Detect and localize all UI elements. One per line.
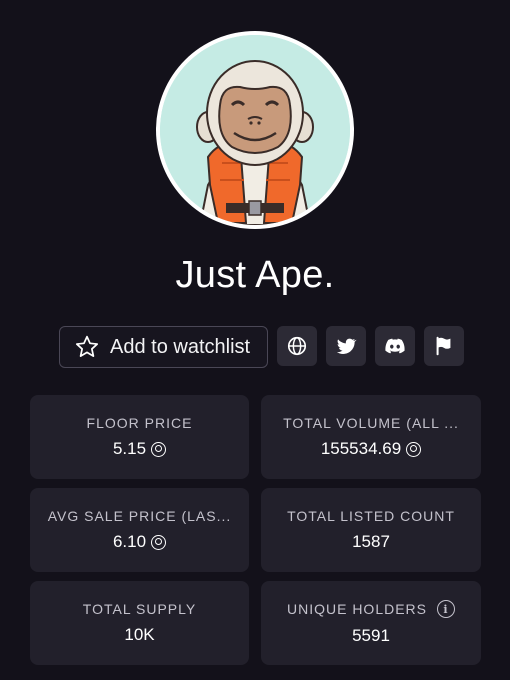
stat-floor-price: FLOOR PRICE 5.15 <box>30 395 249 479</box>
globe-icon <box>287 336 307 356</box>
stat-label: TOTAL SUPPLY <box>82 601 197 617</box>
info-icon[interactable]: i <box>437 600 456 618</box>
stat-value: 1587 <box>352 532 390 552</box>
stat-label: TOTAL LISTED COUNT <box>287 508 455 524</box>
stat-label: UNIQUE HOLDERS <box>286 601 428 617</box>
sol-icon <box>151 441 167 457</box>
stats-grid: FLOOR PRICE 5.15 TOTAL VOLUME (ALL ... 1… <box>30 395 481 665</box>
stat-unique-holders: UNIQUE HOLDERS i 5591 <box>261 581 481 665</box>
collection-name: Just Ape. <box>175 254 335 296</box>
stat-label: AVG SALE PRICE (LAS... <box>47 508 232 524</box>
add-to-watchlist-button[interactable]: Add to watchlist <box>59 326 268 368</box>
discord-icon <box>385 338 405 354</box>
unique-holders-value: 5591 <box>352 626 390 645</box>
ape-image <box>160 35 350 225</box>
website-button[interactable] <box>277 326 317 366</box>
stat-total-listed-count: TOTAL LISTED COUNT 1587 <box>261 488 481 572</box>
collection-avatar <box>156 31 354 229</box>
stat-label-row: UNIQUE HOLDERS i <box>286 600 456 618</box>
twitter-button[interactable] <box>326 326 366 366</box>
total-listed-count-value: 1587 <box>352 532 390 551</box>
stat-value: 5.15 <box>112 439 167 459</box>
stat-avg-sale-price: AVG SALE PRICE (LAS... 6.10 <box>30 488 249 572</box>
floor-price-value: 5.15 <box>112 439 147 458</box>
avg-sale-price-value: 6.10 <box>112 532 147 551</box>
stat-label: FLOOR PRICE <box>86 415 193 431</box>
stat-value: 10K <box>124 625 154 645</box>
sol-icon <box>151 534 167 550</box>
stat-value: 5591 <box>352 626 390 646</box>
stat-total-supply: TOTAL SUPPLY 10K <box>30 581 249 665</box>
stat-value: 155534.69 <box>320 439 422 459</box>
total-supply-value: 10K <box>124 625 155 644</box>
sol-icon <box>406 441 422 457</box>
stat-value: 6.10 <box>112 532 167 552</box>
flag-icon <box>436 336 451 356</box>
total-volume-value: 155534.69 <box>320 439 402 458</box>
stat-total-volume: TOTAL VOLUME (ALL ... 155534.69 <box>261 395 481 479</box>
stat-label: TOTAL VOLUME (ALL ... <box>283 415 459 431</box>
twitter-icon <box>336 338 357 354</box>
discord-button[interactable] <box>375 326 415 366</box>
watchlist-label: Add to watchlist <box>110 335 251 358</box>
report-button[interactable] <box>424 326 464 366</box>
action-bar: Add to watchlist <box>59 326 464 368</box>
star-icon <box>75 335 99 357</box>
